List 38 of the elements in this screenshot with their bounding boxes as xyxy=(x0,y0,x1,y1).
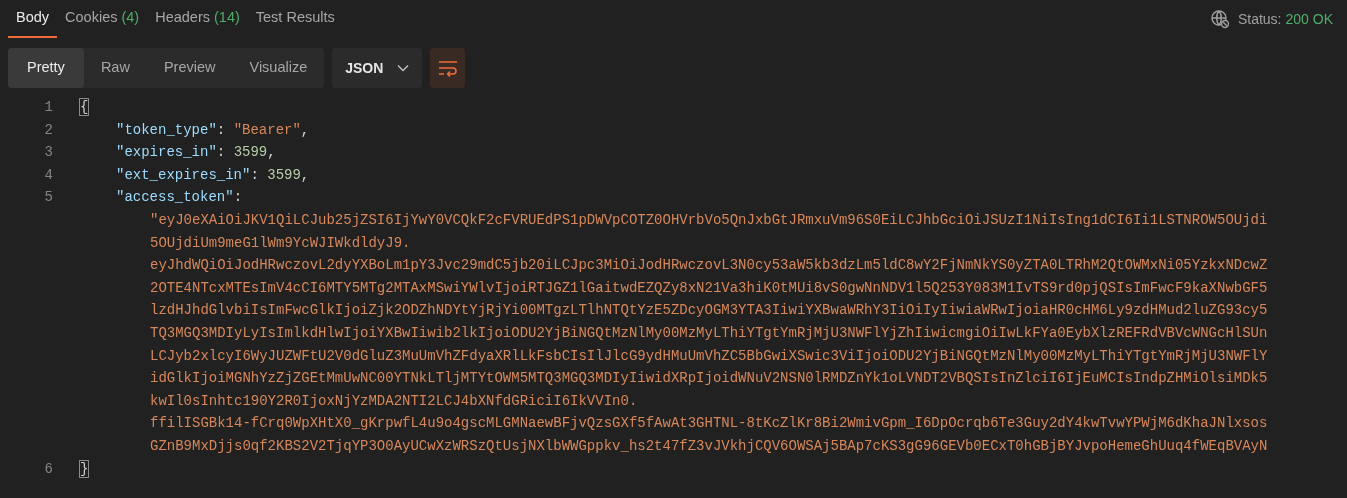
code-line: ffilISGBk14-fCrq0WpXHtX0_gKrpwfL4u9o4gscMLGMNaewBFjvQzsGXf5fAwAt3GHTNL-8tKcZlKr8Bi2WmivGpm_I6DpOcrqb6Te3Guy2dY4kwTvwYPWjM6dKhaJNlxsos xyxy=(149,414,1268,434)
response-tab[interactable]: Body xyxy=(8,0,58,38)
view-mode-tab[interactable]: Pretty xyxy=(8,48,84,88)
code-line: "ext_expires_in": 3599, xyxy=(115,165,310,185)
status-label: Status: xyxy=(1237,9,1282,29)
globe-offline-icon[interactable] xyxy=(1209,9,1230,29)
code-line: "token_type": "Bearer", xyxy=(115,120,310,140)
line-number: 2 xyxy=(43,120,53,140)
code-line: LCJyb2xlcyI6WyJUZWFtU2V0dGluZ3MuUmVhZFdyaXRlLkFsbCIsIlJlcG9ydHMuUmVhZC5BbGwiXSwic3ViIjoiODU2YjBiNGQtMzNlMy00MzMyLThiYTgtYmRjMjU3NWFlY xyxy=(149,346,1268,366)
line-number: 1 xyxy=(43,98,53,117)
response-tab[interactable]: Cookies (4) xyxy=(57,0,148,38)
code-line: { xyxy=(80,98,89,117)
code-line: lzdHJhdGlvbiIsImFwcGlkIjoiZjk2ODZhNDYtYjRjYi00MTgzLTlhNTQtYzE5ZDcyOGM3YTA3IiwiYXBwaWRhY3IiOiIyIiwiaWRwIjoiaHR0cHM6Ly9zdHMud2luZG93cy5 xyxy=(149,301,1268,321)
code-line: "access_token": xyxy=(115,188,243,208)
code-line: eyJhdWQiOiJodHRwczovL2dyYXBoLm1pY3Jvc29mdC5jb20iLCJpc3MiOiJodHRwczovL3N0cy53aW5kb3dzLm5ldC8wY2FjNmNkYS0yZTA0LTRhM2QtOWMxNi05YzkxNDcwZ xyxy=(149,256,1268,276)
code-line: idGlkIjoiMGNhYzZjZGEtMmUwNC00YTNkLTljMTYtOWM5MTQ3MGQ3MDIyIiwidXRpIjoidWNuV2NSN0lRMDZnYk1oLVNDT2VBQSIsInZlciI6IjEuMCIsIndpZHMiOlsiMDk5 xyxy=(149,369,1268,389)
format-dropdown[interactable]: JSON xyxy=(332,48,423,88)
line-number: 3 xyxy=(43,143,53,163)
line-number: 6 xyxy=(43,459,53,479)
caret-icon xyxy=(397,64,410,72)
code-line: 5OUjdiUm9meG1lWm9YcWJIWkdldyJ9. xyxy=(149,233,411,253)
view-mode-tab[interactable]: Visualize xyxy=(232,48,325,88)
code-line: "eyJ0eXAiOiJKV1QiLCJub25jZSI6IjYwY0VCQkF2cFVRUEdPS1pDWVpCOTZ0OHVrbVo5QnJxbGtJRmxuVm96S0EiLCJhbGciOiJSUzI1NiIsIng1dCI6Ii1LSTNROW5OUjdi xyxy=(149,210,1268,230)
line-number: 5 xyxy=(43,188,53,208)
code-line: 2OTE4NTcxMTEsImV4cCI6MTY5MTg2MTAxMSwiYWlvIjoiRTJGZ1lGaitwdEZQZy8xN21Va3hiK0tMUi8vS0gwNnNDV1l5Q253Y083M1IvTS9rd0pjQSIsImFwcF9kaXNwbGF5 xyxy=(149,278,1268,298)
code-line: } xyxy=(80,459,89,479)
response-tab[interactable]: Headers (14) xyxy=(147,0,248,38)
wrap-lines-icon xyxy=(437,59,458,77)
code-line: TQ3MGQ3MDIyLyIsImlkdHlwIjoiYXBwIiwib2lkIjoiODU2YjBiNGQtMzNlMy00MzMyLThiYTgtYmRjMjU3NWFlYjZhIiwicmgiOiIwLkFYa0EybXlzREFRdVBVcWNGcHlSUn xyxy=(149,323,1268,343)
code-line: kwIl0sInhtc190Y2R0IjoxNjYzMDA2NTI2LCJ4bXNfdGRiciI6IkVVIn0. xyxy=(149,391,638,411)
status-code: 200 OK xyxy=(1285,9,1333,29)
response-tab[interactable]: Test Results xyxy=(247,0,343,38)
line-number: 4 xyxy=(43,165,53,185)
code-line: "expires_in": 3599, xyxy=(115,143,276,163)
view-mode-tab[interactable]: Raw xyxy=(83,48,147,88)
code-line: GZnB9MxDjjs0qf2KBS2V2TjqYP3O0AyUCwXzWRSzQtUsjNXlbWWGppkv_hs2t47fZ3vJVkhjCQV6OWSAj5BAp7cKS3gG96GEVb0ECxT0hGBjBYJvpoHemeGhUuq4fWEqBVAyN xyxy=(149,436,1268,456)
wrap-lines-button[interactable] xyxy=(430,48,466,88)
view-mode-tab[interactable]: Preview xyxy=(146,48,233,88)
